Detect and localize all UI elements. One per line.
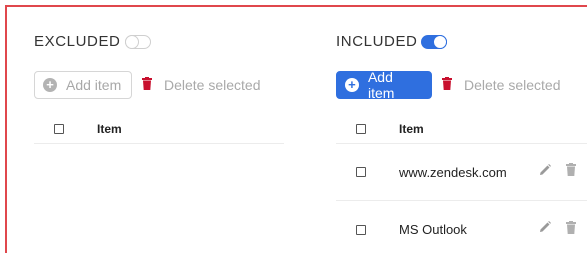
- select-all-checkbox[interactable]: [54, 123, 64, 134]
- toggle-knob: [433, 34, 448, 49]
- select-all-checkbox[interactable]: [356, 123, 366, 134]
- included-delete-selected-button[interactable]: Delete selected: [442, 77, 561, 93]
- included-table: Item www.zendesk.com MS Outlook: [336, 114, 587, 258]
- included-actions: + Add item Delete selected: [336, 69, 561, 101]
- trash-icon[interactable]: [566, 220, 576, 239]
- row-checkbox[interactable]: [356, 224, 366, 235]
- excluded-actions: + Add item Delete selected: [34, 71, 261, 99]
- delete-selected-label: Delete selected: [464, 77, 561, 93]
- content-frame: EXCLUDED + Add item Delete selected Item: [5, 5, 587, 253]
- included-toggle[interactable]: [421, 34, 448, 49]
- delete-selected-label: Delete selected: [164, 77, 261, 93]
- row-actions: [538, 220, 576, 239]
- table-header-row: Item: [336, 114, 587, 144]
- table-row: MS Outlook: [336, 201, 587, 258]
- row-actions: [538, 163, 576, 182]
- included-title: INCLUDED: [336, 33, 418, 50]
- column-header-item: Item: [97, 121, 122, 136]
- add-item-label: Add item: [66, 77, 122, 93]
- excluded-header: EXCLUDED: [34, 33, 151, 50]
- excluded-delete-selected-button[interactable]: Delete selected: [142, 77, 261, 93]
- table-row: www.zendesk.com: [336, 144, 587, 201]
- included-add-item-button[interactable]: + Add item: [336, 69, 432, 101]
- trash-icon[interactable]: [566, 163, 576, 181]
- row-checkbox[interactable]: [356, 167, 366, 177]
- row-label: MS Outlook: [399, 222, 467, 237]
- column-header-item: Item: [399, 121, 424, 136]
- trash-icon: [442, 77, 452, 93]
- pencil-icon[interactable]: [538, 163, 552, 182]
- excluded-add-item-button[interactable]: + Add item: [34, 71, 132, 99]
- included-header: INCLUDED: [336, 33, 448, 50]
- plus-circle-icon: +: [43, 78, 57, 92]
- table-header-row: Item: [34, 114, 284, 144]
- excluded-table: Item: [34, 114, 284, 144]
- excluded-toggle[interactable]: [124, 34, 151, 49]
- toggle-knob: [124, 34, 139, 49]
- pencil-icon[interactable]: [538, 220, 552, 239]
- add-item-label: Add item: [367, 69, 395, 101]
- plus-circle-icon: +: [345, 78, 359, 92]
- excluded-title: EXCLUDED: [34, 33, 121, 50]
- trash-icon: [142, 77, 152, 93]
- row-label: www.zendesk.com: [399, 164, 507, 180]
